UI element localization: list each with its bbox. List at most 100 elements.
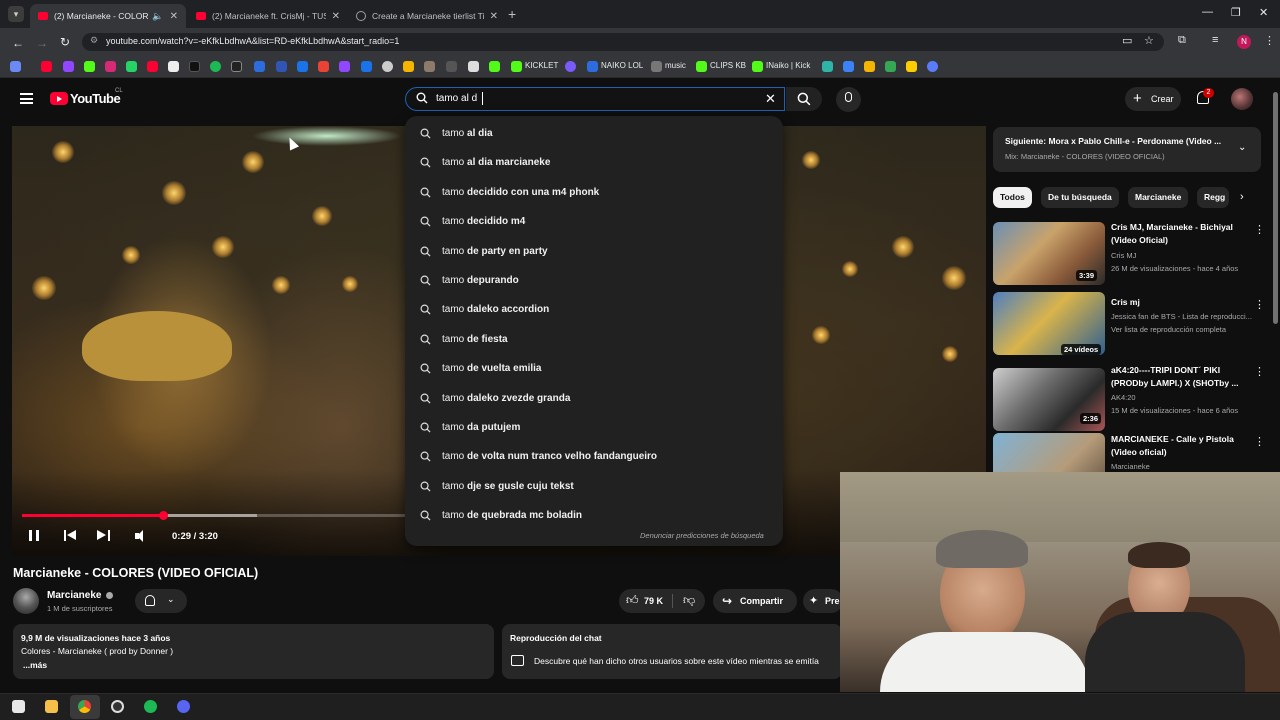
search-suggestion-item[interactable]: tamo de vuelta emilia [405, 355, 783, 384]
close-tab-icon[interactable]: ✕ [490, 11, 498, 22]
search-suggestion-item[interactable]: tamo daleko accordion [405, 296, 783, 325]
bookmark-icon[interactable] [565, 61, 576, 72]
bookmark-icon[interactable] [468, 61, 479, 72]
apps-grid-icon[interactable] [10, 61, 21, 72]
media-control-icon[interactable]: ≡ [1212, 34, 1218, 46]
close-window-icon[interactable]: ✕ [1259, 6, 1268, 19]
bookmark-icon[interactable] [424, 61, 435, 72]
x-bookmark-icon[interactable] [168, 61, 179, 72]
obs-icon[interactable] [111, 700, 124, 713]
bookmark-icon[interactable] [843, 61, 854, 72]
more-options-icon[interactable]: ⋮ [1254, 223, 1265, 236]
discord-icon[interactable] [177, 700, 190, 713]
up-next-card[interactable] [993, 127, 1261, 172]
new-tab-button[interactable]: + [508, 6, 516, 22]
close-tab-icon[interactable]: ✕ [170, 11, 178, 22]
search-suggestion-item[interactable]: tamo depurando [405, 267, 783, 296]
bookmark-icon[interactable] [906, 61, 917, 72]
bookmark-icon[interactable] [446, 61, 457, 72]
rec-channel[interactable]: Marcianeke [1111, 462, 1261, 471]
search-suggestion-item[interactable]: tamo al dia marcianeke [405, 149, 783, 178]
chip-regg[interactable]: Regg [1197, 187, 1229, 208]
thumbs-down-icon[interactable]: 👎︎ [683, 593, 695, 608]
page-scrollbar[interactable] [1273, 92, 1278, 324]
kick-bookmark-icon[interactable] [489, 61, 500, 72]
next-icon[interactable] [97, 530, 110, 541]
previous-icon[interactable] [64, 530, 77, 541]
report-predictions-link[interactable]: Denunciar predicciones de búsqueda [640, 531, 764, 540]
bookmark-icon[interactable] [864, 61, 875, 72]
pause-icon[interactable] [29, 530, 39, 541]
chrome-menu-icon[interactable]: ⋮ [1264, 34, 1275, 47]
like-count[interactable]: 79 K [644, 596, 663, 606]
volume-icon[interactable] [135, 530, 149, 542]
youtube-logo-icon[interactable] [50, 92, 68, 105]
more-options-icon[interactable]: ⋮ [1254, 298, 1265, 311]
bookmark-icon[interactable] [587, 61, 598, 72]
show-more-link[interactable]: ...más [23, 660, 47, 670]
kick-bookmark-icon[interactable] [696, 61, 707, 72]
more-options-icon[interactable]: ⋮ [1254, 435, 1265, 448]
search-query[interactable]: tamo al d [436, 93, 477, 104]
back-icon[interactable]: ← [12, 36, 24, 50]
chevron-right-icon[interactable]: › [1240, 191, 1244, 203]
thumbs-up-icon[interactable]: 👍︎ [626, 593, 639, 608]
rec-channel[interactable]: Jessica fan de BTS - Lista de reproducci… [1111, 312, 1261, 321]
progress-scrubber-handle[interactable] [159, 511, 168, 520]
rec-title[interactable]: MARCIANEKE - Calle y Pistola (Video ofic… [1111, 433, 1246, 459]
youtube-bookmark-icon[interactable] [41, 61, 52, 72]
kick-bookmark-icon[interactable] [511, 61, 522, 72]
bookmark-icon[interactable] [318, 61, 329, 72]
browser-tab[interactable]: (2) Marcianeke ft. CrisMj - TUS ✕ [188, 4, 348, 28]
search-icon[interactable] [797, 92, 811, 106]
bookmark-icon[interactable] [339, 61, 350, 72]
search-suggestion-item[interactable]: tamo decidido con una m4 phonk [405, 179, 783, 208]
more-options-icon[interactable]: ⋮ [1254, 365, 1265, 378]
channel-name[interactable]: Marcianeke [47, 590, 101, 601]
rec-title[interactable]: Cris mj [1111, 296, 1246, 309]
tab-search-icon[interactable]: ▾ [8, 6, 24, 22]
site-info-icon[interactable]: ⚙ [90, 35, 98, 46]
clear-search-icon[interactable]: ✕ [765, 91, 776, 107]
extensions-icon[interactable]: ⧉ [1178, 34, 1186, 47]
bookmark-icon[interactable] [254, 61, 265, 72]
browser-tab[interactable]: Create a Marcianeke tierlist Tie ✕ [348, 4, 506, 28]
bookmark-icon[interactable] [403, 61, 414, 72]
search-suggestion-item[interactable]: tamo dje se gusle cuju tekst [405, 473, 783, 502]
kick-bookmark-icon[interactable] [84, 61, 95, 72]
close-tab-icon[interactable]: ✕ [332, 11, 340, 22]
bookmark-icon[interactable] [361, 61, 372, 72]
bookmark-inaiko-kick[interactable]: INaiko | Kick [766, 61, 810, 70]
youtube-logo[interactable]: YouTube [70, 91, 121, 106]
rec-title[interactable]: Cris MJ, Marcianeke - Bichiyal (Video Of… [1111, 221, 1246, 247]
rec-title[interactable]: aK4:20----TRIPI DONT´ PIKI (PRODby LAMPI… [1111, 364, 1246, 390]
windows-start-icon[interactable] [12, 700, 25, 713]
speaker-icon[interactable]: 🔈 [152, 11, 163, 22]
bookmark-icon[interactable] [276, 61, 287, 72]
search-suggestion-item[interactable]: tamo al dia [405, 120, 783, 149]
bookmark-icon[interactable] [147, 61, 158, 72]
bookmark-icon[interactable] [382, 61, 393, 72]
instagram-bookmark-icon[interactable] [105, 61, 116, 72]
subscribed-notifications-button[interactable] [135, 589, 187, 613]
menu-icon[interactable] [20, 93, 33, 104]
chip-de-tu-busqueda[interactable]: De tu búsqueda [1041, 187, 1119, 208]
rec-channel[interactable]: AK4:20 [1111, 393, 1261, 402]
bookmark-icon[interactable] [885, 61, 896, 72]
chrome-icon[interactable] [78, 700, 91, 713]
profile-avatar[interactable]: N [1237, 35, 1251, 49]
minimize-icon[interactable]: — [1202, 6, 1213, 18]
chip-marcianeke[interactable]: Marcianeke [1128, 187, 1189, 208]
kick-bookmark-icon[interactable] [752, 61, 763, 72]
spotify-icon[interactable] [144, 700, 157, 713]
bookmark-icon[interactable] [297, 61, 308, 72]
account-avatar[interactable] [1231, 88, 1253, 110]
bookmark-star-icon[interactable]: ☆ [1144, 34, 1154, 47]
reload-icon[interactable]: ↻ [60, 35, 70, 49]
browser-tab-active[interactable]: (2) Marcianeke - COLORES 🔈 ✕ [30, 4, 186, 28]
search-suggestion-item[interactable]: tamo de quebrada mc boladin [405, 502, 783, 531]
bookmark-icon[interactable] [822, 61, 833, 72]
channel-avatar[interactable] [13, 588, 39, 614]
chevron-down-icon[interactable]: ⌄ [1238, 142, 1246, 153]
rec-channel[interactable]: Cris MJ [1111, 251, 1261, 260]
